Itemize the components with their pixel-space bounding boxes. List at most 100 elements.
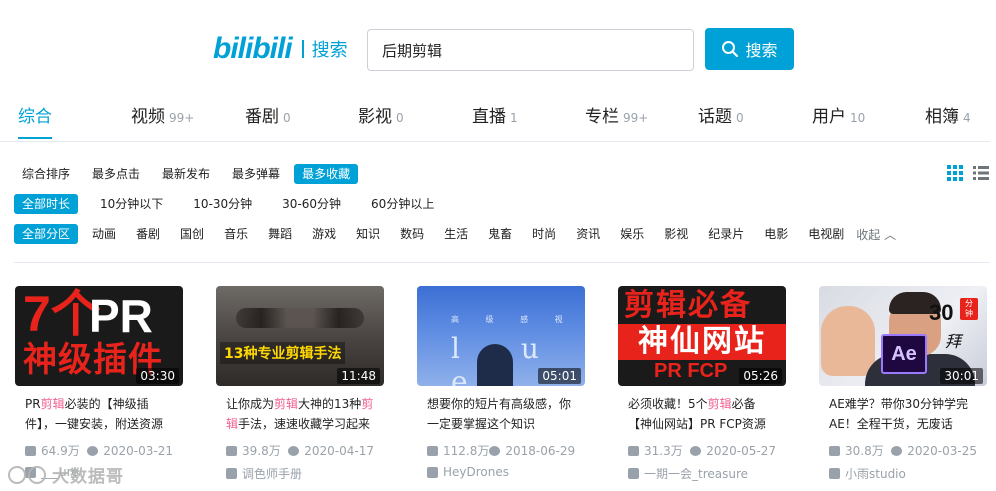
- watermark-icon: [28, 465, 46, 484]
- search-input[interactable]: [367, 29, 694, 71]
- grid-view-icon[interactable]: [947, 165, 963, 181]
- zone-option[interactable]: 音乐: [216, 224, 256, 244]
- sort-option-active[interactable]: 最多收藏: [294, 164, 359, 184]
- title-text: 必须收藏！5个: [628, 397, 708, 411]
- video-title[interactable]: 必须收藏！5个剪辑必备【神仙网站】PR FCP资源: [618, 394, 786, 434]
- clock-icon: [288, 445, 300, 456]
- play-count: 112.8万: [427, 442, 489, 459]
- zone-option[interactable]: 电影: [756, 224, 796, 244]
- video-title[interactable]: PR剪辑必装的【神级插件】，一键安装，附送资源: [15, 394, 183, 434]
- tab-user[interactable]: 用户 10: [812, 102, 865, 127]
- tab-label: 相簿: [925, 107, 959, 127]
- video-thumbnail[interactable]: 剪辑必备 神仙网站 PR FCP 05:26: [618, 286, 786, 386]
- play-count-value: 31.3万: [644, 444, 683, 458]
- tab-bangumi[interactable]: 番剧 0: [245, 102, 291, 127]
- tab-count: 99+: [623, 111, 649, 125]
- video-thumbnail[interactable]: 高 级 感 视 觉 分 享 l u e 05:01: [417, 286, 585, 386]
- zone-option-active[interactable]: 全部分区: [14, 224, 79, 244]
- tab-topic[interactable]: 话题 0: [698, 102, 744, 127]
- sort-option[interactable]: 最多点击: [84, 164, 148, 184]
- title-text: PR: [25, 397, 41, 411]
- active-tab-indicator: [18, 137, 52, 139]
- search-button[interactable]: 搜索: [705, 28, 794, 70]
- upload-date-value: 2020-03-25: [907, 443, 977, 458]
- clock-icon: [489, 445, 501, 456]
- collapse-filters-button[interactable]: 收起 ︿: [856, 226, 896, 243]
- duration-option[interactable]: 10-30分钟: [185, 194, 260, 214]
- play-count: 31.3万: [628, 442, 690, 459]
- thumbnail-text: 神仙网站: [618, 324, 786, 360]
- play-icon: [427, 445, 438, 456]
- video-meta: 39.8万 2020-04-17: [216, 442, 384, 459]
- chevron-up-icon: ︿: [884, 227, 897, 242]
- zone-option[interactable]: 生活: [436, 224, 476, 244]
- bilibili-logo[interactable]: bilibili 搜索: [213, 32, 348, 66]
- zone-option[interactable]: 娱乐: [612, 224, 652, 244]
- zone-option[interactable]: 动画: [84, 224, 124, 244]
- search-button-label: 搜索: [745, 41, 778, 60]
- thumbnail-text: 分钟: [960, 298, 978, 320]
- uploader-link[interactable]: HeyDrones: [417, 465, 585, 479]
- video-thumbnail[interactable]: 13种专业剪辑手法 11:48: [216, 286, 384, 386]
- video-title[interactable]: AE难学？带你30分钟学完AE！全程干货，无废话: [819, 394, 987, 434]
- sort-option[interactable]: 最新发布: [154, 164, 218, 184]
- zone-option[interactable]: 游戏: [304, 224, 344, 244]
- tab-label: 综合: [18, 107, 52, 127]
- zone-option[interactable]: 影视: [656, 224, 696, 244]
- tab-movie[interactable]: 影视 0: [358, 102, 404, 127]
- logo-mark: bilibili: [213, 32, 293, 65]
- video-thumbnail[interactable]: Ae 30 分钟 拜 30:01: [819, 286, 987, 386]
- tab-label: 番剧: [245, 107, 279, 127]
- video-card[interactable]: 剪辑必备 神仙网站 PR FCP 05:26 必须收藏！5个剪辑必备【神仙网站】…: [618, 286, 786, 482]
- video-thumbnail[interactable]: 7个 PR 神级插件 03:30: [15, 286, 183, 386]
- uploader-link[interactable]: 调色师手册: [216, 465, 384, 482]
- sort-option[interactable]: 综合排序: [14, 164, 78, 184]
- thumbnail-text: PR FCP: [654, 360, 728, 382]
- zone-option[interactable]: 舞蹈: [260, 224, 300, 244]
- logo-search-text: 搜索: [311, 40, 348, 61]
- video-card[interactable]: Ae 30 分钟 拜 30:01 AE难学？带你30分钟学完AE！全程干货，无废…: [819, 286, 987, 482]
- play-icon: [25, 445, 36, 456]
- tab-all[interactable]: 综合: [18, 102, 52, 127]
- zone-option[interactable]: 国创: [172, 224, 212, 244]
- duration-option-active[interactable]: 全部时长: [14, 194, 79, 214]
- zone-option[interactable]: 电视剧: [800, 224, 852, 244]
- uploader-name: 小雨studio: [845, 467, 906, 481]
- duration-option[interactable]: 30-60分钟: [274, 194, 349, 214]
- tab-video[interactable]: 视频 99+: [131, 102, 194, 127]
- tab-count: 4: [963, 111, 971, 125]
- tab-live[interactable]: 直播 1: [472, 102, 518, 127]
- uploader-link[interactable]: 小雨studio: [819, 465, 987, 482]
- play-count-value: 112.8万: [443, 444, 490, 458]
- video-title[interactable]: 想要你的短片有高级感，你一定要掌握这个知识: [417, 394, 585, 434]
- video-card[interactable]: 13种专业剪辑手法 11:48 让你成为剪辑大神的13种剪辑手法，速速收藏学习起…: [216, 286, 384, 482]
- tab-label: 影视: [358, 107, 392, 127]
- zone-option[interactable]: 资讯: [568, 224, 608, 244]
- list-view-icon[interactable]: [973, 165, 989, 181]
- uploader-icon: [628, 468, 639, 479]
- video-card[interactable]: 7个 PR 神级插件 03:30 PR剪辑必装的【神级插件】，一键安装，附送资源…: [15, 286, 183, 479]
- duration-option[interactable]: 60分钟以上: [363, 194, 442, 214]
- zone-option[interactable]: 数码: [392, 224, 432, 244]
- tab-article[interactable]: 专栏 99+: [585, 102, 648, 127]
- duration-option[interactable]: 10分钟以下: [92, 194, 171, 214]
- video-title[interactable]: 让你成为剪辑大神的13种剪辑手法，速速收藏学习起来: [216, 394, 384, 434]
- zone-option[interactable]: 鬼畜: [480, 224, 520, 244]
- thumbnail-text: 拜: [945, 332, 962, 351]
- zone-option[interactable]: 纪录片: [700, 224, 752, 244]
- upload-date-value: 2020-05-27: [706, 443, 776, 458]
- uploader-name: 一期一会_treasure: [644, 467, 749, 481]
- video-card[interactable]: 高 级 感 视 觉 分 享 l u e 05:01 想要你的短片有高级感，你一定…: [417, 286, 585, 479]
- sort-option[interactable]: 最多弹幕: [224, 164, 288, 184]
- thumbnail-text: 30: [929, 300, 954, 325]
- play-count-value: 39.8万: [242, 444, 281, 458]
- zone-option[interactable]: 番剧: [128, 224, 168, 244]
- zone-option[interactable]: 知识: [348, 224, 388, 244]
- play-count: 30.8万: [829, 442, 891, 459]
- title-text: AE难学？带你30分钟学完AE！全程干货，无废话: [829, 397, 969, 431]
- uploader-link[interactable]: 一期一会_treasure: [618, 465, 786, 482]
- uploader-icon: [829, 468, 840, 479]
- zone-option[interactable]: 时尚: [524, 224, 564, 244]
- tab-album[interactable]: 相簿 4: [925, 102, 971, 127]
- uploader-name: HeyDrones: [443, 465, 509, 479]
